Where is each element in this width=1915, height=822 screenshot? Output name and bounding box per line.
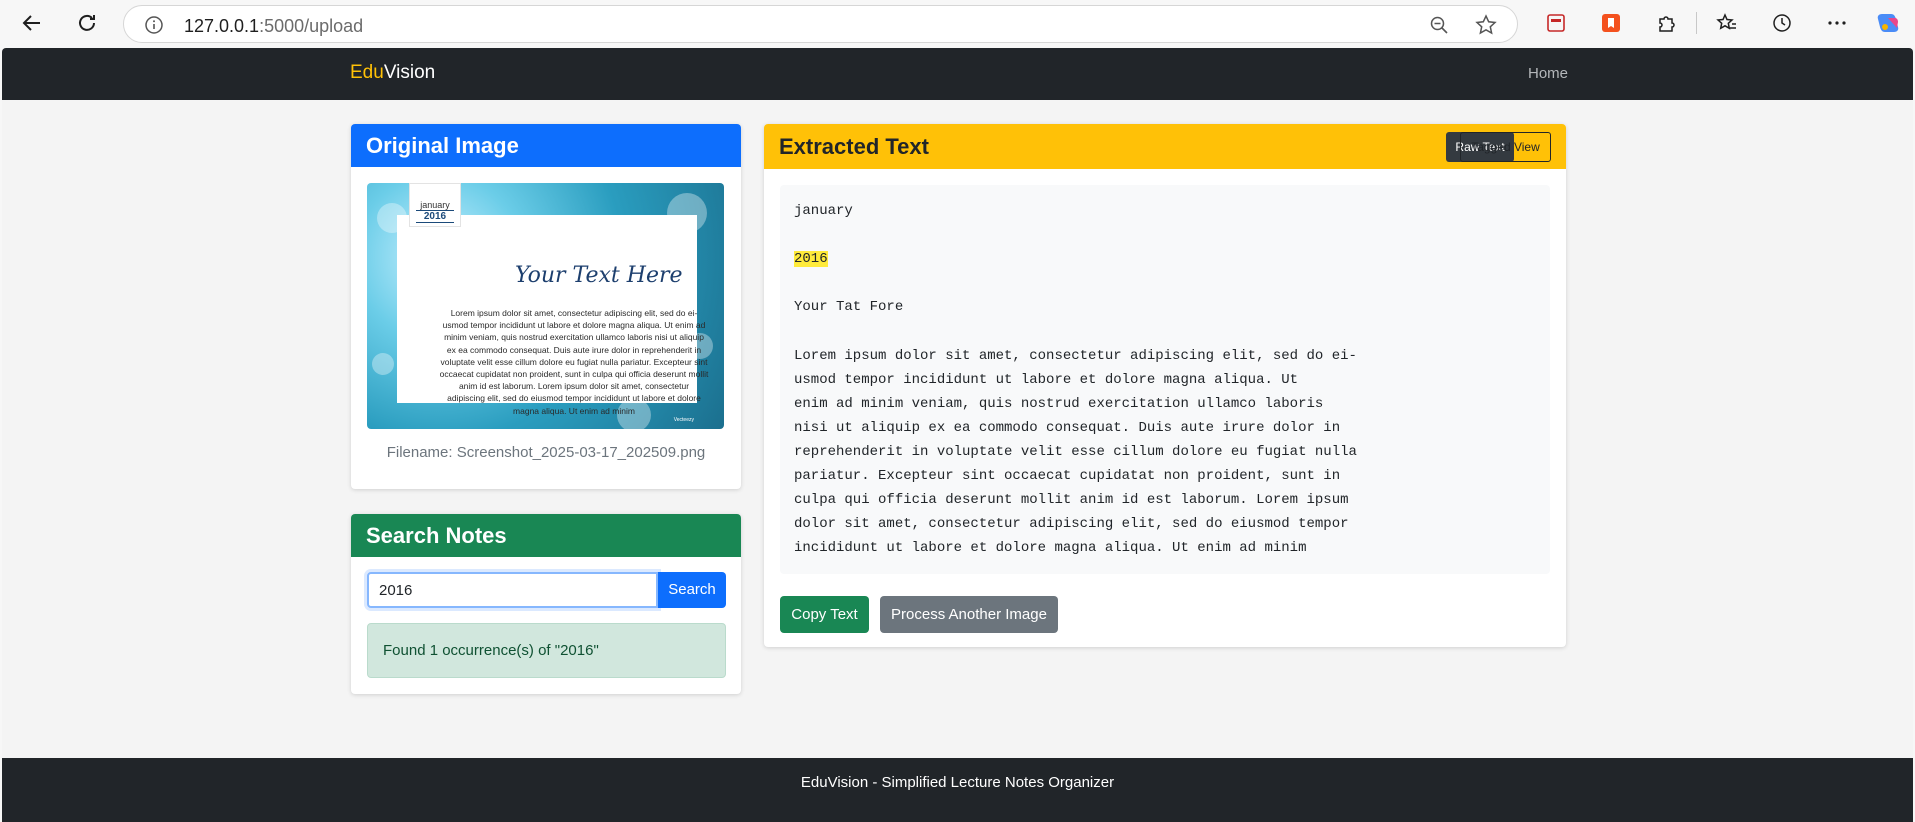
extracted-text-content: january 2016 Your Tat Fore Lorem ipsum d… bbox=[780, 185, 1550, 574]
address-bar[interactable]: 127.0.0.1:5000/upload bbox=[123, 5, 1518, 43]
image-date-tab: january 2016 bbox=[409, 183, 461, 227]
search-notes-title: Search Notes bbox=[351, 514, 741, 557]
navbar: EduVision Home bbox=[2, 48, 1913, 100]
extracted-text-header: Extracted Text Raw Text Tagged View bbox=[764, 124, 1566, 169]
info-icon[interactable] bbox=[144, 15, 164, 40]
process-another-button[interactable]: Process Another Image bbox=[880, 596, 1058, 633]
browser-toolbar: 127.0.0.1:5000/upload bbox=[0, 0, 1915, 46]
text-body: Lorem ipsum dolor sit amet, consectetur … bbox=[794, 347, 1357, 557]
url-text: 127.0.0.1:5000/upload bbox=[184, 16, 364, 36]
filename-label: Filename: Screenshot_2025-03-17_202509.p… bbox=[386, 444, 706, 461]
extracted-text-title: Extracted Text bbox=[779, 133, 929, 159]
tagged-view-button[interactable]: Tagged View bbox=[1460, 132, 1551, 162]
image-body-text: Lorem ipsum dolor sit amet, consectetur … bbox=[439, 308, 709, 416]
extension-pdf-icon[interactable] bbox=[1543, 10, 1569, 36]
search-input[interactable]: 2016 bbox=[367, 572, 658, 608]
brand-logo[interactable]: EduVision bbox=[350, 62, 435, 84]
toolbar-separator bbox=[1696, 12, 1697, 34]
uploaded-image-preview: Your Text Here Lorem ipsum dolor sit ame… bbox=[367, 183, 724, 429]
text-line-month: january bbox=[794, 203, 853, 219]
footer: EduVision - Simplified Lecture Notes Org… bbox=[2, 758, 1913, 822]
original-image-title: Original Image bbox=[351, 124, 741, 167]
text-line-heading: Your Tat Fore bbox=[794, 299, 904, 316]
search-highlight: 2016 bbox=[794, 251, 828, 268]
reload-icon[interactable] bbox=[72, 8, 102, 38]
search-button[interactable]: Search bbox=[658, 572, 726, 608]
search-result-alert: Found 1 occurrence(s) of "2016" bbox=[367, 623, 726, 678]
extracted-text-card: Extracted Text Raw Text Tagged View janu… bbox=[764, 124, 1566, 647]
zoom-out-icon[interactable] bbox=[1429, 15, 1449, 40]
app-page: EduVision Home Original Image Your Text … bbox=[2, 48, 1913, 822]
history-icon[interactable] bbox=[1769, 10, 1795, 36]
image-credit: Vecteezy bbox=[673, 417, 694, 423]
nav-home-link[interactable]: Home bbox=[1528, 65, 1568, 82]
more-menu-icon[interactable] bbox=[1824, 10, 1850, 36]
extension-bookmark-icon[interactable] bbox=[1598, 10, 1624, 36]
copy-text-button[interactable]: Copy Text bbox=[780, 596, 869, 633]
favorite-star-icon[interactable] bbox=[1475, 14, 1497, 41]
back-icon[interactable] bbox=[17, 8, 47, 38]
original-image-card: Original Image Your Text Here Lorem ipsu… bbox=[351, 124, 741, 489]
favorites-icon[interactable] bbox=[1714, 10, 1740, 36]
copilot-icon[interactable] bbox=[1876, 10, 1902, 36]
extensions-puzzle-icon[interactable] bbox=[1653, 10, 1679, 36]
image-paper: Your Text Here Lorem ipsum dolor sit ame… bbox=[397, 215, 708, 416]
search-notes-card: Search Notes 2016 Search Found 1 occurre… bbox=[351, 514, 741, 694]
image-heading: Your Text Here bbox=[515, 263, 683, 288]
